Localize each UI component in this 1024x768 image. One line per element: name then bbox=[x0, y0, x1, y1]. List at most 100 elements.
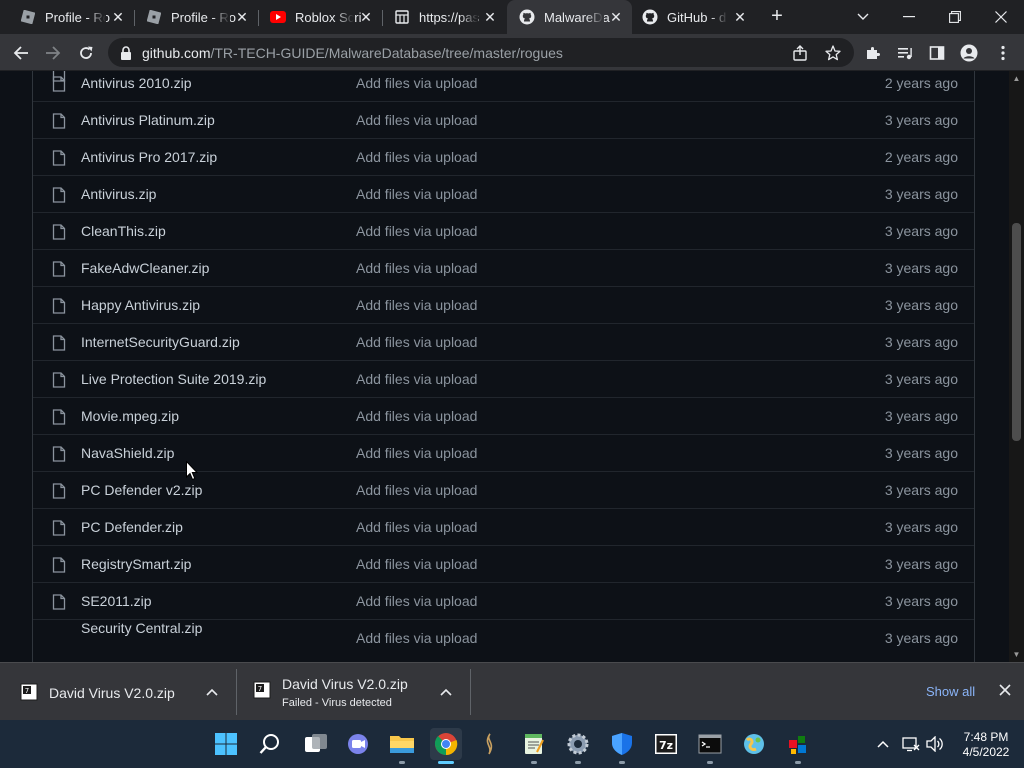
file-row[interactable]: Happy Antivirus.zip Add files via upload 3… bbox=[33, 286, 974, 323]
file-name-link[interactable]: FakeAdwCleaner.zip bbox=[81, 260, 209, 276]
tab-close-icon[interactable]: ✕ bbox=[482, 9, 498, 25]
bookmark-button[interactable] bbox=[823, 43, 843, 63]
tab-malware-database[interactable]: MalwareDa ✕ bbox=[507, 0, 632, 34]
file-name-link[interactable]: InternetSecurityGuard.zip bbox=[81, 334, 240, 350]
profile-button[interactable] bbox=[956, 40, 982, 66]
file-name-link[interactable]: RegistrySmart.zip bbox=[81, 556, 191, 572]
commit-message-link[interactable]: Add files via upload bbox=[356, 408, 477, 424]
file-name-link[interactable]: PC Defender v2.zip bbox=[81, 482, 202, 498]
scroll-up-arrow-icon[interactable]: ▲ bbox=[1009, 71, 1024, 86]
settings-icon[interactable] bbox=[562, 728, 594, 764]
scrollbar-thumb[interactable] bbox=[1012, 223, 1021, 441]
side-panel-button[interactable] bbox=[924, 40, 950, 66]
file-name-link[interactable]: CleanThis.zip bbox=[81, 223, 166, 239]
file-explorer-icon[interactable] bbox=[386, 728, 418, 764]
defender-icon[interactable] bbox=[606, 728, 638, 764]
file-row[interactable]: RegistrySmart.zip Add files via upload 3 y… bbox=[33, 545, 974, 582]
commit-message-link[interactable]: Add files via upload bbox=[356, 112, 477, 128]
network-icon[interactable] bbox=[901, 734, 921, 754]
commit-message-link[interactable]: Add files via upload bbox=[356, 223, 477, 239]
paint-icon[interactable] bbox=[738, 728, 770, 760]
new-tab-button[interactable]: + bbox=[766, 5, 788, 27]
file-row[interactable]: PC Defender v2.zip Add files via upload 3 … bbox=[33, 471, 974, 508]
system-clock[interactable]: 7:48 PM 4/5/2022 bbox=[956, 730, 1016, 760]
file-row[interactable]: PC Defender.zip Add files via upload 3 yea… bbox=[33, 508, 974, 545]
file-row[interactable]: FakeAdwCleaner.zip Add files via upload 3 … bbox=[33, 249, 974, 286]
commit-message-link[interactable]: Add files via upload bbox=[356, 149, 477, 165]
notepad-icon[interactable] bbox=[518, 728, 550, 764]
file-row[interactable]: NavaShield.zip Add files via upload 3 year… bbox=[33, 434, 974, 471]
file-name-link[interactable]: Happy Antivirus.zip bbox=[81, 297, 200, 313]
file-name-link[interactable]: Antivirus Platinum.zip bbox=[81, 112, 215, 128]
file-row[interactable]: Security Central.zip Add files via upload… bbox=[33, 619, 974, 656]
minimize-button[interactable] bbox=[886, 0, 932, 34]
file-name-link[interactable]: Antivirus 2010.zip bbox=[81, 75, 192, 91]
tab-github[interactable]: GitHub - d ✕ bbox=[632, 0, 756, 34]
tab-pastebin[interactable]: https://pas ✕ bbox=[382, 0, 506, 34]
file-row[interactable]: Antivirus.zip Add files via upload 3 years… bbox=[33, 175, 974, 212]
forward-button[interactable] bbox=[40, 40, 66, 66]
tab-roblox-scripts[interactable]: Roblox Scri ✕ bbox=[258, 0, 382, 34]
media-control-button[interactable] bbox=[892, 40, 918, 66]
taskbar-search-icon[interactable] bbox=[254, 728, 286, 760]
app-icon[interactable] bbox=[474, 728, 506, 760]
show-all-downloads-link[interactable]: Show all bbox=[926, 684, 975, 699]
terminal-icon[interactable] bbox=[694, 728, 726, 764]
tab-close-icon[interactable]: ✕ bbox=[608, 9, 624, 25]
reload-button[interactable] bbox=[73, 40, 99, 66]
file-name-link[interactable]: Antivirus.zip bbox=[81, 186, 156, 202]
file-row[interactable]: InternetSecurityGuard.zip Add files via u… bbox=[33, 323, 974, 360]
tab-close-icon[interactable]: ✕ bbox=[358, 9, 374, 25]
download-item-failed[interactable]: 7 David Virus V2.0.zip Failed - Virus de… bbox=[236, 663, 470, 721]
file-name-link[interactable]: SE2011.zip bbox=[81, 593, 152, 609]
file-row[interactable]: CleanThis.zip Add files via upload 3 years… bbox=[33, 212, 974, 249]
lock-icon[interactable] bbox=[118, 45, 134, 61]
commit-message-link[interactable]: Add files via upload bbox=[356, 482, 477, 498]
windows-start-icon[interactable] bbox=[210, 728, 242, 760]
address-bar[interactable]: github.com/TR-TECH-GUIDE/MalwareDatabase… bbox=[108, 38, 854, 67]
tab-search-button[interactable] bbox=[840, 0, 886, 34]
chat-icon[interactable] bbox=[342, 728, 374, 760]
tab-close-icon[interactable]: ✕ bbox=[732, 9, 748, 25]
commit-message-link[interactable]: Add files via upload bbox=[356, 445, 477, 461]
file-row[interactable]: Antivirus Pro 2017.zip Add files via uplo… bbox=[33, 138, 974, 175]
show-hidden-icons-button[interactable] bbox=[873, 734, 893, 754]
close-download-bar-icon[interactable] bbox=[996, 683, 1014, 701]
file-row[interactable]: Movie.mpeg.zip Add files via upload 3 year… bbox=[33, 397, 974, 434]
chevron-up-icon[interactable] bbox=[204, 684, 220, 700]
share-button[interactable] bbox=[790, 43, 810, 63]
commit-message-link[interactable]: Add files via upload bbox=[356, 334, 477, 350]
back-button[interactable] bbox=[8, 40, 34, 66]
download-item[interactable]: 7 David Virus V2.0.zip bbox=[0, 663, 236, 721]
file-name-link[interactable]: NavaShield.zip bbox=[81, 445, 174, 461]
restore-button[interactable] bbox=[932, 0, 978, 34]
task-view-icon[interactable] bbox=[300, 728, 332, 760]
7zip-icon[interactable]: 7z bbox=[650, 728, 682, 760]
tab-profile-2[interactable]: Profile - Ro ✕ bbox=[134, 0, 258, 34]
file-name-link[interactable]: Antivirus Pro 2017.zip bbox=[81, 149, 217, 165]
file-name-link[interactable]: Live Protection Suite 2019.zip bbox=[81, 371, 266, 387]
commit-message-link[interactable]: Add files via upload bbox=[356, 371, 477, 387]
volume-icon[interactable] bbox=[925, 734, 945, 754]
file-row[interactable]: SE2011.zip Add files via upload 3 years ag… bbox=[33, 582, 974, 619]
commit-message-link[interactable]: Add files via upload bbox=[356, 556, 477, 572]
app-icon[interactable] bbox=[782, 728, 814, 764]
tab-close-icon[interactable]: ✕ bbox=[110, 9, 126, 25]
commit-message-link[interactable]: Add files via upload bbox=[356, 630, 477, 646]
file-row[interactable]: Antivirus 2010.zip Add files via upload 2 … bbox=[33, 71, 974, 101]
commit-message-link[interactable]: Add files via upload bbox=[356, 75, 477, 91]
commit-message-link[interactable]: Add files via upload bbox=[356, 260, 477, 276]
file-row[interactable]: Live Protection Suite 2019.zip Add files … bbox=[33, 360, 974, 397]
close-window-button[interactable] bbox=[978, 0, 1024, 34]
file-name-link[interactable]: Security Central.zip bbox=[81, 620, 202, 636]
vertical-scrollbar[interactable]: ▲ ▼ bbox=[1009, 71, 1024, 662]
commit-message-link[interactable]: Add files via upload bbox=[356, 297, 477, 313]
tab-close-icon[interactable]: ✕ bbox=[234, 9, 250, 25]
tab-profile-1[interactable]: Profile - Ro ✕ bbox=[0, 0, 134, 34]
commit-message-link[interactable]: Add files via upload bbox=[356, 186, 477, 202]
commit-message-link[interactable]: Add files via upload bbox=[356, 593, 477, 609]
scroll-down-arrow-icon[interactable]: ▼ bbox=[1009, 647, 1024, 662]
commit-message-link[interactable]: Add files via upload bbox=[356, 519, 477, 535]
extensions-button[interactable] bbox=[860, 40, 886, 66]
chevron-up-icon[interactable] bbox=[438, 684, 454, 700]
